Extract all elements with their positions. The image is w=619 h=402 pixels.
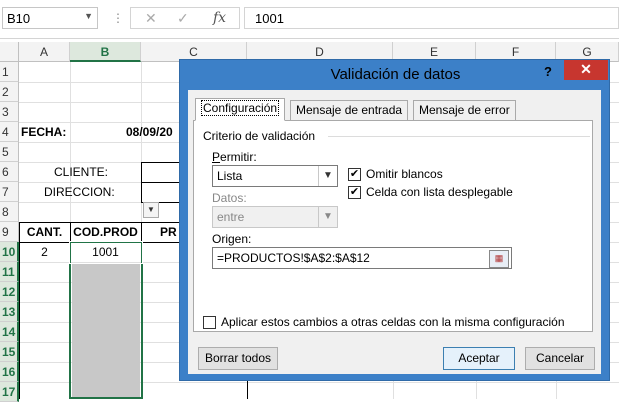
row-header-8[interactable]: 8 xyxy=(0,202,19,222)
chevron-down-icon: ▼ xyxy=(318,207,337,227)
name-box[interactable]: B10 ▼ xyxy=(2,7,98,29)
cell-b4[interactable]: 08/09/20 xyxy=(126,122,181,142)
row-header-15[interactable]: 15 xyxy=(0,342,19,362)
cell-b9[interactable]: COD.PROD xyxy=(70,222,141,242)
group-label: Criterio de validación xyxy=(203,129,316,143)
column-header-a[interactable]: A xyxy=(19,42,70,62)
cancel-button[interactable]: Cancelar xyxy=(525,347,595,370)
row-header-1[interactable]: 1 xyxy=(0,62,19,82)
cell-a7[interactable]: DIRECCION: xyxy=(44,182,134,202)
row-header-16[interactable]: 16 xyxy=(0,362,19,382)
formula-input[interactable]: 1001 xyxy=(244,7,619,29)
data-select: entre ▼ xyxy=(212,206,338,228)
row-header-13[interactable]: 13 xyxy=(0,302,19,322)
row-header-10[interactable]: 10 xyxy=(0,242,19,262)
group-divider xyxy=(328,136,590,137)
active-cell-outline xyxy=(69,241,143,264)
chevron-down-icon[interactable]: ▼ xyxy=(84,11,93,21)
row-header-4[interactable]: 4 xyxy=(0,122,19,142)
row-header-12[interactable]: 12 xyxy=(0,282,19,302)
allow-label: Permitir: xyxy=(212,150,257,164)
cell-dropdown-button[interactable]: ▼ xyxy=(143,202,159,218)
ok-button[interactable]: Aceptar xyxy=(443,347,515,370)
source-value: =PRODUCTOS!$A$2:$A$12 xyxy=(217,251,370,265)
row-header-5[interactable]: 5 xyxy=(0,142,19,162)
row-header-9[interactable]: 9 xyxy=(0,222,19,242)
column-header-b[interactable]: B xyxy=(70,42,141,62)
chevron-down-icon: ▼ xyxy=(318,166,337,186)
selection-range xyxy=(69,241,143,399)
allow-value: Lista xyxy=(217,169,243,183)
data-label: Datos: xyxy=(212,191,247,205)
row-header-14[interactable]: 14 xyxy=(0,322,19,342)
formula-actions: ✕ ✓ fx xyxy=(130,7,240,29)
dropdown-checkbox[interactable]: ✔ xyxy=(348,186,361,199)
allow-select[interactable]: Lista ▼ xyxy=(212,165,338,187)
range-picker-icon[interactable]: ▦ xyxy=(489,250,509,268)
row-header-7[interactable]: 7 xyxy=(0,182,19,202)
row-header-17[interactable]: 17 xyxy=(0,382,19,402)
cell-a10[interactable]: 2 xyxy=(19,242,70,262)
insert-function-icon[interactable]: fx xyxy=(213,10,226,26)
tab-mensaje-error[interactable]: Mensaje de error xyxy=(413,100,516,120)
cell-a6[interactable]: CLIENTE: xyxy=(54,162,134,182)
dropdown-label[interactable]: Celda con lista desplegable xyxy=(366,185,513,199)
row-header-2[interactable]: 2 xyxy=(0,82,19,102)
row-header-11[interactable]: 11 xyxy=(0,262,19,282)
cell-c9[interactable]: PR xyxy=(160,222,180,242)
enter-icon[interactable]: ✓ xyxy=(177,10,189,27)
more-options-icon: ⋮ xyxy=(112,11,124,25)
cell-a9[interactable]: CANT. xyxy=(19,222,70,242)
close-button[interactable]: ✕ xyxy=(564,60,608,80)
select-all-corner[interactable] xyxy=(0,42,19,62)
allow-label-text: ermitir: xyxy=(220,150,257,164)
data-validation-dialog: Validación de datos ? ✕ Configuración Me… xyxy=(179,59,610,381)
tab-mensaje-entrada[interactable]: Mensaje de entrada xyxy=(290,100,409,120)
data-value: entre xyxy=(217,210,245,224)
table-border xyxy=(141,182,181,183)
name-box-value: B10 xyxy=(7,11,31,26)
help-icon[interactable]: ? xyxy=(544,64,552,79)
formula-bar: B10 ▼ ⋮ ✕ ✓ fx 1001 xyxy=(0,0,619,39)
formula-value: 1001 xyxy=(255,11,284,26)
dialog-body: Configuración Mensaje de entrada Mensaje… xyxy=(188,90,601,374)
tab-label: Configuración xyxy=(201,100,280,116)
cancel-icon[interactable]: ✕ xyxy=(145,10,157,27)
cell-a4[interactable]: FECHA: xyxy=(21,122,81,142)
ignore-blank-label[interactable]: Omitir blancos xyxy=(366,167,443,181)
row-header-6[interactable]: 6 xyxy=(0,162,19,182)
tab-configuracion[interactable]: Configuración xyxy=(195,98,286,121)
clear-all-button[interactable]: Borrar todos xyxy=(198,347,278,370)
row-header-3[interactable]: 3 xyxy=(0,102,19,122)
source-input[interactable]: =PRODUCTOS!$A$2:$A$12 ▦ xyxy=(212,247,512,269)
apply-all-checkbox[interactable] xyxy=(203,316,216,329)
source-label: Origen: xyxy=(212,232,252,246)
ignore-blank-checkbox[interactable]: ✔ xyxy=(348,168,361,181)
apply-all-label[interactable]: Aplicar estos cambios a otras celdas con… xyxy=(221,315,565,329)
